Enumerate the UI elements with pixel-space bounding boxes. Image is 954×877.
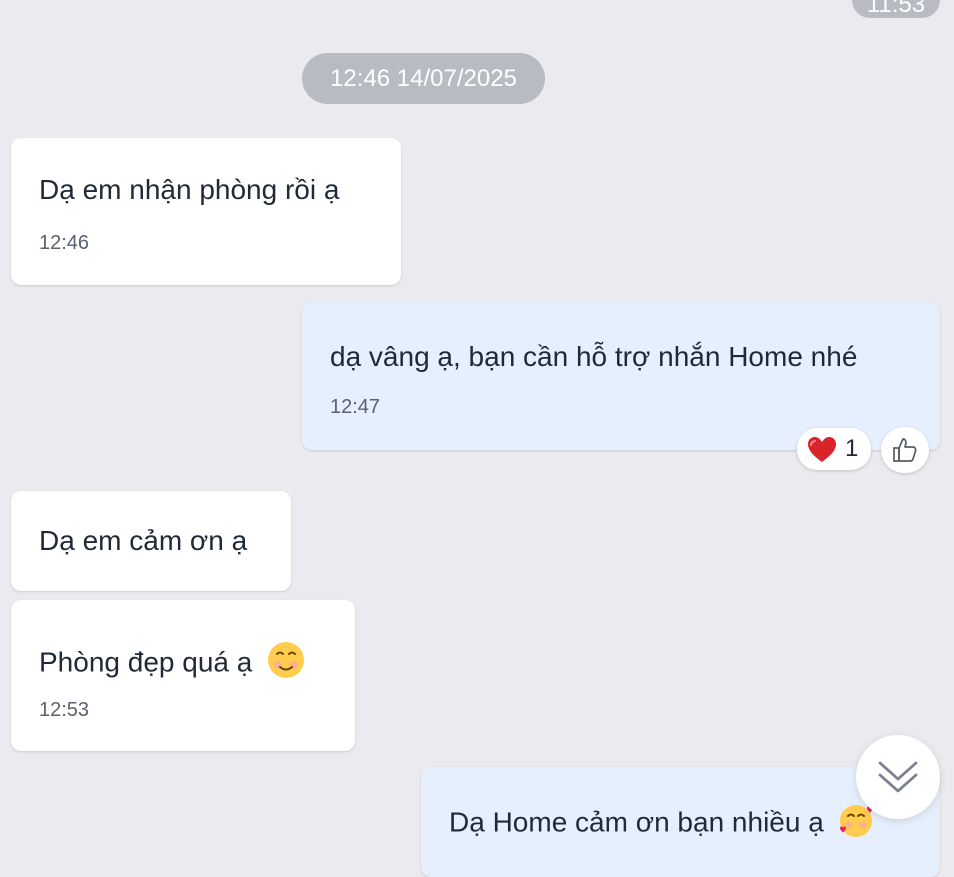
- message-bubble[interactable]: Dạ em cảm ơn ạ: [11, 491, 291, 591]
- message-timestamp: 12:47: [330, 396, 381, 418]
- scroll-to-bottom-button[interactable]: [856, 735, 940, 819]
- message-text: Dạ em nhận phòng rồi ạ: [39, 174, 340, 205]
- message-text-with-emoji: Dạ Home cảm ơn bạn nhiều ạ: [449, 803, 874, 845]
- message-text: Dạ Home cảm ơn bạn nhiều ạ: [449, 806, 824, 838]
- double-chevron-down-icon: [878, 761, 918, 793]
- time-pill-partial: 11:53: [852, 0, 940, 18]
- message-text: Phòng đẹp quá ạ: [39, 646, 253, 678]
- date-separator-label: 12:46 14/07/2025: [330, 65, 517, 92]
- message-timestamp: 12:46: [39, 232, 90, 254]
- smiling-face-icon: [266, 640, 306, 688]
- thumbs-up-icon: [893, 438, 917, 462]
- heart-icon: [808, 437, 836, 462]
- message-text: Dạ em cảm ơn ạ: [39, 525, 248, 556]
- date-separator-pill: 12:46 14/07/2025: [302, 53, 545, 104]
- message-timestamp: 12:53: [39, 699, 90, 721]
- reaction-count: 1: [845, 435, 859, 462]
- reaction-like-button[interactable]: [881, 427, 929, 473]
- message-text: dạ vâng ạ, bạn cần hỗ trợ nhắn Home nhé: [330, 341, 858, 372]
- message-bubble[interactable]: Phòng đẹp quá ạ 12:53: [11, 600, 355, 751]
- time-pill-label: 11:53: [866, 0, 926, 18]
- blushing-face-with-hearts-icon: [838, 803, 874, 845]
- message-bubble[interactable]: Dạ em nhận phòng rồi ạ 12:46: [11, 138, 401, 285]
- reaction-heart[interactable]: 1: [797, 428, 871, 470]
- message-text-with-emoji: Phòng đẹp quá ạ: [39, 640, 306, 688]
